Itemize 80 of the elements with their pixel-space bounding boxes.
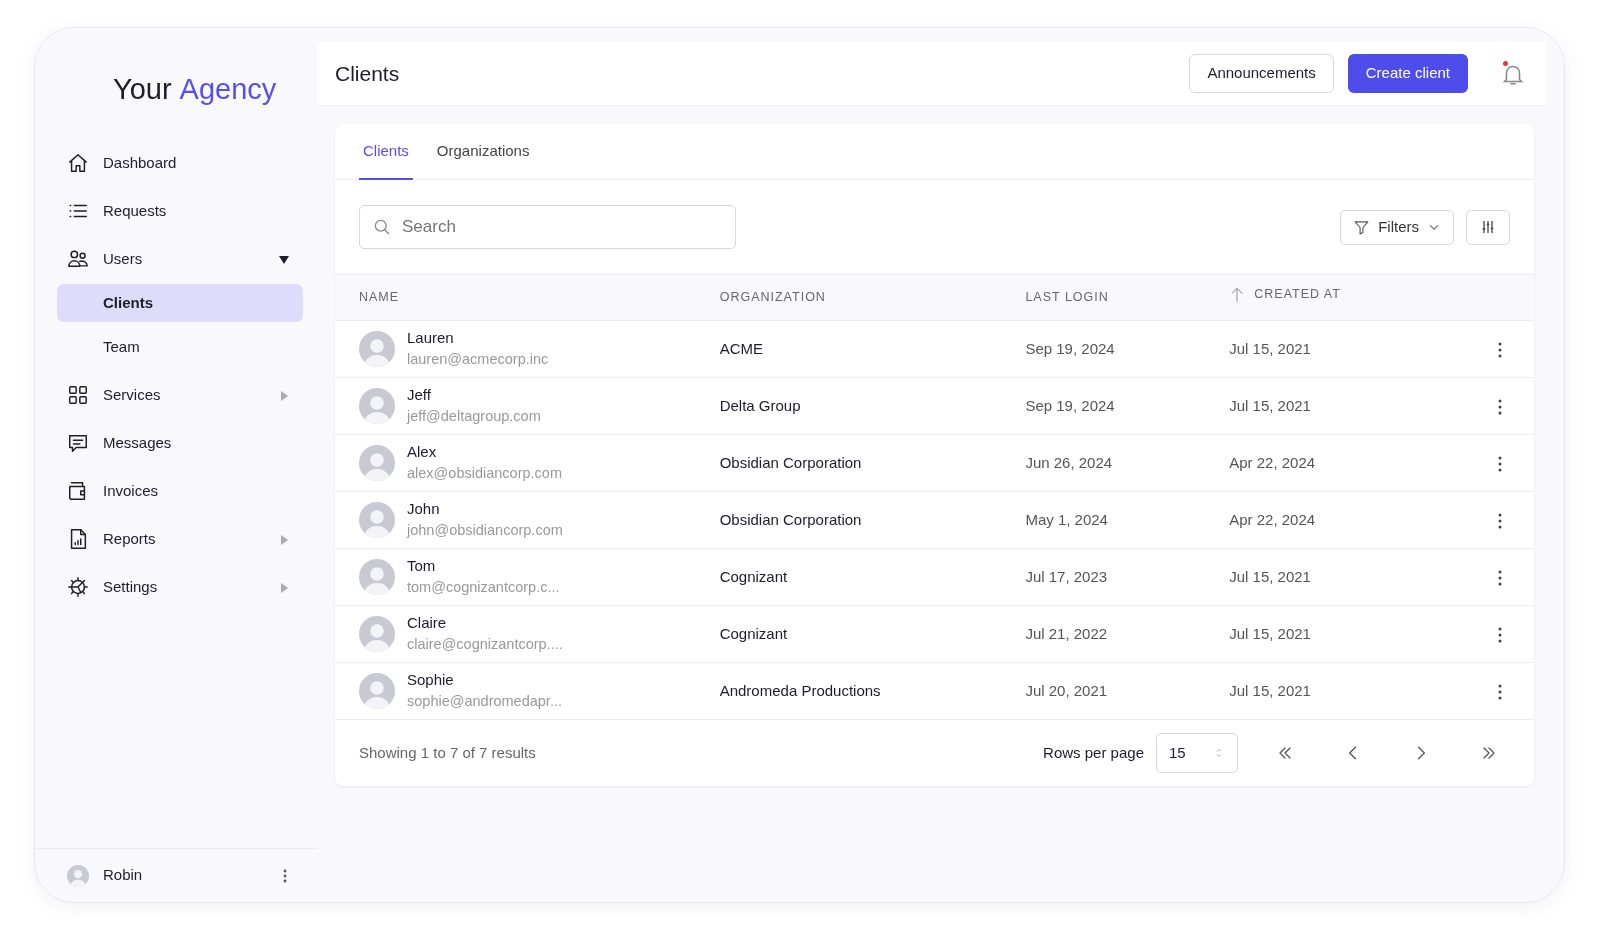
sidebar-item[interactable]: Dashboard bbox=[57, 140, 303, 186]
created-at-cell: Apr 22, 2024 bbox=[1229, 453, 1316, 471]
chat-icon bbox=[67, 432, 89, 454]
client-name: John bbox=[407, 498, 441, 519]
client-email: lauren@acmecorp.inc bbox=[407, 350, 549, 370]
tab[interactable]: Clients bbox=[359, 124, 413, 180]
organization-cell: Obsidian Corporation bbox=[719, 510, 862, 528]
client-name: Tom bbox=[407, 555, 437, 576]
client-name: Lauren bbox=[407, 327, 455, 348]
avatar-icon bbox=[359, 331, 395, 367]
avatar-icon bbox=[359, 559, 395, 595]
created-at-cell: Jul 15, 2021 bbox=[1229, 396, 1311, 414]
logo-word: Your bbox=[113, 72, 172, 107]
created-at-cell: Apr 22, 2024 bbox=[1229, 510, 1316, 528]
adjustments-button[interactable] bbox=[1466, 209, 1510, 245]
column-header[interactable]: ORGANIZATION bbox=[718, 274, 1025, 321]
search-icon bbox=[372, 217, 392, 237]
client-name: Sophie bbox=[407, 669, 455, 690]
last-login-cell: Jun 26, 2024 bbox=[1025, 453, 1113, 471]
users-icon bbox=[67, 248, 89, 270]
user-name: Robin bbox=[103, 865, 143, 886]
logo-accent-word: Agency bbox=[179, 72, 277, 107]
column-header[interactable]: CREATED AT bbox=[1228, 274, 1445, 321]
last-login-cell: May 1, 2024 bbox=[1025, 510, 1108, 528]
create-button[interactable]: Create client bbox=[1347, 54, 1468, 93]
avatar-icon bbox=[359, 445, 395, 481]
column-header[interactable]: NAME bbox=[335, 274, 719, 321]
sidebar-item[interactable]: Users bbox=[57, 236, 303, 282]
last-login-cell: Sep 19, 2024 bbox=[1025, 339, 1115, 357]
column-header[interactable]: LAST LOGIN bbox=[1024, 274, 1229, 321]
organization-cell: Cognizant bbox=[719, 567, 788, 585]
sidebar-item[interactable]: Settings bbox=[57, 564, 303, 610]
last-login-cell: Jul 21, 2022 bbox=[1025, 624, 1108, 642]
filter-icon bbox=[1353, 218, 1371, 236]
created-at-cell: Jul 15, 2021 bbox=[1229, 681, 1311, 699]
avatar-icon bbox=[359, 673, 395, 709]
results-summary: Showing 1 to 7 of 7 results bbox=[359, 742, 536, 763]
sidebar-item[interactable]: Reports bbox=[57, 516, 303, 562]
client-email: alex@obsidiancorp.com bbox=[407, 464, 562, 484]
sidebar-item[interactable]: Requests bbox=[57, 188, 303, 234]
created-at-cell: Jul 15, 2021 bbox=[1229, 339, 1311, 357]
client-email: sophie@andromedapr... bbox=[407, 692, 562, 712]
sidebar-subitem[interactable]: Clients bbox=[57, 284, 303, 322]
avatar-icon bbox=[67, 864, 89, 887]
organization-cell: Obsidian Corporation bbox=[719, 453, 862, 471]
client-name: Alex bbox=[407, 441, 438, 462]
sidebar-item[interactable]: Messages bbox=[57, 420, 303, 466]
organization-cell: Cognizant bbox=[719, 624, 788, 642]
last-login-cell: Jul 20, 2021 bbox=[1025, 681, 1108, 699]
client-email: claire@cognizantcorp.... bbox=[407, 635, 563, 655]
created-at-cell: Jul 15, 2021 bbox=[1229, 624, 1311, 642]
client-email: tom@cognizantcorp.c... bbox=[407, 578, 560, 598]
rows-per-page-select[interactable]: 15 bbox=[1156, 733, 1238, 773]
filters-button[interactable]: Filters bbox=[1340, 209, 1454, 245]
sliders-icon bbox=[1480, 219, 1496, 235]
rows-per-page-label: Rows per page bbox=[1043, 742, 1144, 763]
sidebar-subitem[interactable]: Team bbox=[57, 328, 303, 366]
organization-cell: Andromeda Productions bbox=[719, 681, 881, 699]
avatar-icon bbox=[359, 502, 395, 538]
client-email: john@obsidiancorp.com bbox=[407, 521, 563, 541]
grid-icon bbox=[67, 384, 89, 406]
avatar-icon bbox=[359, 388, 395, 424]
notification-bell-icon[interactable] bbox=[1500, 60, 1526, 87]
client-name: Claire bbox=[407, 612, 448, 633]
client-email: jeff@deltagroup.com bbox=[407, 407, 541, 427]
avatar-icon bbox=[359, 616, 395, 652]
page-title: Clients bbox=[335, 60, 400, 87]
home-icon bbox=[67, 152, 89, 174]
search-field[interactable]: Search bbox=[359, 205, 736, 249]
client-name: Jeff bbox=[407, 384, 432, 405]
sidebar-item[interactable]: Services bbox=[57, 372, 303, 418]
announcements-button[interactable]: Announcements bbox=[1189, 54, 1334, 93]
sidebar-item[interactable]: Invoices bbox=[57, 468, 303, 514]
organization-cell: Delta Group bbox=[719, 396, 801, 414]
settings-icon bbox=[67, 576, 89, 598]
created-at-cell: Jul 15, 2021 bbox=[1229, 567, 1311, 585]
last-login-cell: Jul 17, 2023 bbox=[1025, 567, 1108, 585]
tab[interactable]: Organizations bbox=[432, 124, 534, 180]
organization-cell: ACME bbox=[719, 339, 763, 357]
last-login-cell: Sep 19, 2024 bbox=[1025, 396, 1115, 414]
